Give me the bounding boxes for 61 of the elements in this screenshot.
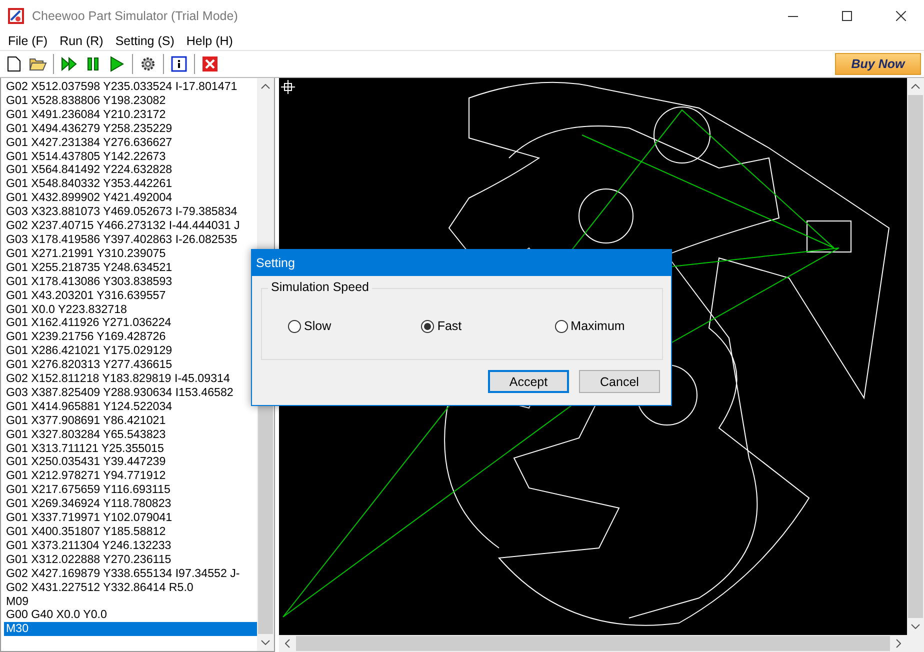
close-icon [202,56,218,72]
code-line[interactable]: G01 X377.908691 Y86.421021 [4,414,257,428]
dialog-title: Setting [252,250,671,276]
code-line[interactable]: G01 X269.346924 Y118.780823 [4,497,257,512]
radio-label: Fast [437,319,462,333]
radio-label: Slow [304,319,332,333]
code-line[interactable]: G02 X512.037598 Y235.033524 I-17.801471 [4,80,257,94]
code-line[interactable]: G02 X431.227512 Y332.86414 R5.0 [4,580,257,595]
code-line[interactable]: G01 X327.803284 Y65.543823 [4,428,257,442]
cancel-button[interactable]: Cancel [579,370,660,393]
speed-radio[interactable]: Fast [395,319,529,333]
radio-label: Maximum [570,319,625,333]
code-line[interactable]: G01 X400.351807 Y185.58812 [4,525,257,539]
fast-forward-icon [61,57,77,71]
buy-now-button[interactable]: Buy Now [835,53,921,75]
speed-radio[interactable]: Slow [262,319,396,333]
code-line[interactable]: G01 X432.899902 Y421.492004 [4,191,257,206]
code-line[interactable]: G01 X337.719971 Y102.079041 [4,511,257,525]
folder-icon [29,57,47,71]
radio-button[interactable] [288,320,301,332]
code-line[interactable]: G01 X528.838806 Y198.23082 [4,94,257,108]
blank-page-icon [7,56,21,72]
code-line[interactable]: G02 X237.40715 Y466.273132 I-44.444031 J [4,219,257,233]
code-line[interactable]: G01 X217.675659 Y116.693115 [4,483,257,498]
origin-marker-icon [281,80,295,94]
menu-item[interactable]: Setting (S) [109,32,180,50]
code-line[interactable]: G01 X312.022888 Y270.236115 [4,552,257,567]
radio-button[interactable] [421,320,434,332]
code-line[interactable]: G01 X313.711121 Y25.355015 [4,442,257,456]
code-line[interactable]: G01 X212.978271 Y94.771912 [4,469,257,484]
menu-item[interactable]: Run (R) [54,32,110,50]
close-icon [896,11,906,21]
code-line[interactable]: G01 X373.211304 Y246.132233 [4,538,257,553]
code-line[interactable]: G02 X427.169879 Y338.655134 I97.34552 J- [4,566,257,581]
code-line[interactable]: G03 X178.419586 Y397.402863 I-26.082535 [4,232,257,247]
code-line[interactable]: G01 X491.236084 Y210.23172 [4,108,257,122]
code-line[interactable]: G03 X323.881073 Y469.052673 I-79.385834 [4,205,257,220]
scroll-thumb[interactable] [908,95,923,618]
radio-button[interactable] [554,320,568,332]
group-label: Simulation Speed [268,280,372,294]
code-line[interactable]: G01 X494.436279 Y258.235229 [4,122,257,136]
code-line[interactable]: G01 X250.035431 Y39.447239 [4,455,257,470]
app-logo-icon [8,8,24,24]
speed-radio[interactable]: Maximum [528,319,662,333]
menu-item[interactable]: File (F) [2,32,54,50]
code-line[interactable]: G01 X514.437805 Y142.22673 [4,150,257,164]
info-icon [171,56,187,72]
code-line[interactable]: M09 [4,594,257,608]
code-line[interactable]: G01 X427.231384 Y276.636627 [4,136,257,150]
code-line[interactable]: G00 G40 X0.0 Y0.0 [4,608,257,622]
menu-item[interactable]: Help (H) [180,32,239,50]
maximize-icon [842,11,852,21]
code-line[interactable]: G01 X414.965881 Y124.522034 [4,400,257,414]
code-line[interactable]: G01 X564.841492 Y224.632828 [4,163,257,178]
code-line[interactable]: G01 X548.840332 Y353.442261 [4,177,257,192]
window-title: Cheewoo Part Simulator (Trial Mode) [32,9,239,23]
play-icon [110,56,124,72]
pause-icon [87,57,99,71]
accept-button[interactable]: Accept [488,370,569,393]
scroll-thumb[interactable] [296,636,890,651]
settings-icon [140,56,156,72]
